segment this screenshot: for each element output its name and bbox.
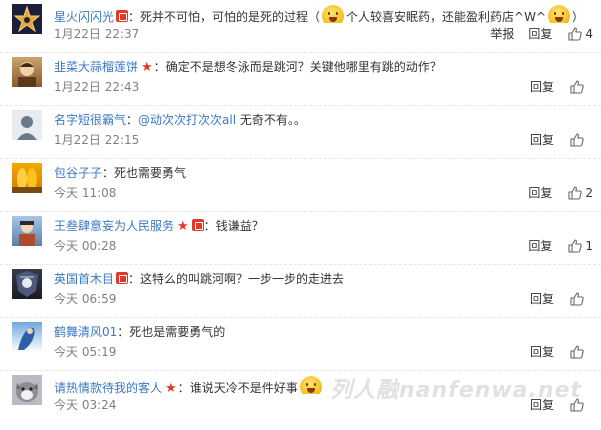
avatar[interactable] — [12, 269, 42, 299]
colon: ： — [126, 113, 139, 127]
reply-button[interactable]: 回复 — [530, 290, 554, 308]
like-button[interactable]: 1 — [568, 237, 593, 255]
like-count: 4 — [585, 27, 593, 41]
red-envelope-badge-icon — [116, 10, 129, 22]
colon: ： — [153, 60, 166, 74]
reply-button[interactable]: 回复 — [528, 25, 552, 43]
comment-username[interactable]: 请热情款待我的客人 — [54, 381, 162, 394]
like-count: 1 — [585, 239, 593, 253]
report-button[interactable]: 举报 — [490, 25, 514, 43]
mention-link[interactable]: @动次次打次次all — [138, 113, 236, 127]
comment-username[interactable]: 英国首木目 — [54, 272, 114, 286]
thumbs-up-icon — [568, 27, 583, 41]
comment-item: 韭菜大蒜榴莲饼 ★：确定不是想冬泳而是跳河？关键他哪里有跳的动作？ 1月22日 2… — [0, 53, 601, 106]
like-button[interactable]: 2 — [568, 184, 593, 202]
colon: ： — [203, 219, 216, 233]
thumbs-up-icon — [568, 186, 583, 200]
comment-text: 无奇不有。。 — [236, 113, 306, 127]
reply-button[interactable]: 回复 — [530, 78, 554, 96]
comment-item: 王叁肆意妄为人民服务 ★ ：钱谦益？ 今天 00:28 回复 1 — [0, 212, 601, 265]
thumbs-up-icon — [570, 398, 584, 412]
comment-time: 今天 06:59 — [54, 292, 117, 306]
reply-button[interactable]: 回复 — [530, 396, 554, 414]
like-button[interactable] — [570, 133, 593, 147]
grin-emoji-icon — [322, 5, 345, 23]
comment-username[interactable]: 包谷子子 — [54, 166, 102, 180]
comment-username[interactable]: 韭菜大蒜榴莲饼 — [54, 60, 138, 74]
grin-emoji-icon — [299, 376, 322, 394]
avatar[interactable] — [12, 110, 42, 140]
comment-text: 死也是需要勇气的 — [129, 325, 226, 339]
comment-text: 死也需要勇气 — [114, 166, 187, 180]
thumbs-up-icon — [570, 80, 584, 94]
comment-text-end: ） — [572, 10, 585, 23]
colon: ： — [117, 325, 130, 339]
thumbs-up-icon — [568, 239, 583, 253]
comment-text: 死并不可怕，可怕的是死的过程（ — [140, 10, 321, 23]
comment-username[interactable]: 名字短很霸气 — [54, 113, 126, 127]
comment-time: 今天 11:08 — [54, 186, 117, 200]
comment-time: 今天 03:24 — [54, 398, 117, 412]
like-button[interactable]: 4 — [568, 25, 593, 43]
like-button[interactable] — [570, 80, 593, 94]
star-icon: ★ — [141, 60, 153, 75]
reply-button[interactable]: 回复 — [530, 131, 554, 149]
like-count: 2 — [585, 186, 593, 200]
avatar[interactable] — [12, 57, 42, 87]
comment-item: 鹤舞清风01：死也是需要勇气的 今天 05:19 回复 — [0, 318, 601, 371]
red-envelope-badge-icon — [116, 272, 129, 284]
comment-username[interactable]: 鹤舞清风01 — [54, 325, 117, 339]
comment-time: 1月22日 22:43 — [54, 80, 140, 94]
comment-text: 确定不是想冬泳而是跳河？关键他哪里有跳的动作？ — [165, 60, 442, 74]
avatar[interactable] — [12, 322, 42, 352]
reply-button[interactable]: 回复 — [530, 343, 554, 361]
comment-text-continued: 个人较喜安眠药，还能盈利药店^W^ — [346, 10, 547, 23]
like-button[interactable] — [570, 345, 593, 359]
avatar[interactable] — [12, 216, 42, 246]
reply-button[interactable]: 回复 — [528, 237, 552, 255]
grin-emoji-icon — [548, 5, 571, 23]
thumbs-up-icon — [570, 133, 584, 147]
colon: ： — [128, 10, 141, 23]
comment-username[interactable]: 星火闪闪光 — [54, 10, 114, 23]
thumbs-up-icon — [570, 292, 584, 306]
star-icon: ★ — [165, 381, 177, 394]
like-button[interactable] — [570, 292, 593, 306]
avatar[interactable] — [12, 163, 42, 193]
reply-button[interactable]: 回复 — [528, 184, 552, 202]
comment-item: 英国首木目 ：这特么的叫跳河啊？一步一步的走进去 今天 06:59 回复 — [0, 265, 601, 318]
comment-item: 星火闪闪光 ：死并不可怕，可怕的是死的过程（ 个人较喜安眠药，还能盈利药店^W^） … — [0, 0, 601, 53]
colon: ： — [102, 166, 115, 180]
comment-text: 钱谦益？ — [215, 219, 264, 233]
star-icon: ★ — [177, 219, 189, 234]
comment-text: 这特么的叫跳河啊？一步一步的走进去 — [140, 272, 345, 286]
comment-time: 今天 00:28 — [54, 239, 117, 253]
comment-list: 星火闪闪光 ：死并不可怕，可怕的是死的过程（ 个人较喜安眠药，还能盈利药店^W^） … — [0, 0, 601, 424]
red-envelope-badge-icon — [191, 219, 204, 231]
avatar[interactable] — [12, 375, 42, 405]
comment-username[interactable]: 王叁肆意妄为人民服务 — [54, 219, 174, 233]
like-button[interactable] — [570, 398, 593, 412]
comment-item: 请热情款待我的客人 ★：谁说天冷不是件好事 今天 03:24 回复 — [0, 371, 601, 424]
thumbs-up-icon — [570, 345, 584, 359]
comment-item: 名字短很霸气：@动次次打次次all 无奇不有。。 1月22日 22:15 回复 — [0, 106, 601, 159]
comment-item: 包谷子子：死也需要勇气 今天 11:08 回复 2 — [0, 159, 601, 212]
colon: ： — [128, 272, 141, 286]
comment-time: 今天 05:19 — [54, 345, 117, 359]
comment-time: 1月22日 22:37 — [54, 27, 140, 41]
avatar[interactable] — [12, 4, 42, 34]
comment-text: 谁说天冷不是件好事 — [189, 381, 298, 394]
comment-time: 1月22日 22:15 — [54, 133, 140, 147]
colon: ： — [177, 381, 190, 394]
